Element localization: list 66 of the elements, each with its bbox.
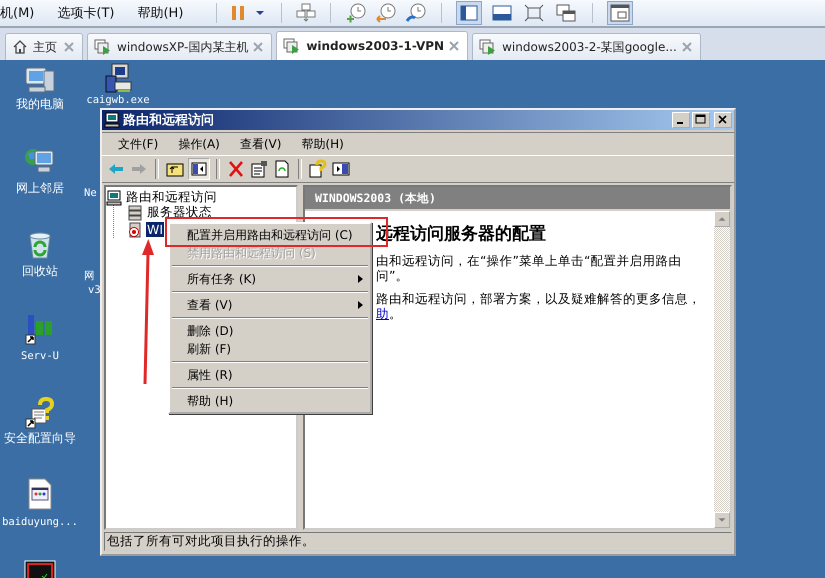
virtual-machine-icon: [283, 37, 302, 55]
tab[interactable]: windows2003-1-VPN: [276, 31, 468, 60]
network-nodes-icon[interactable]: [296, 3, 316, 23]
app-icon: [24, 560, 56, 578]
menu-item[interactable]: 属性 (R): [170, 366, 370, 384]
icon-label: caigwb.exe: [86, 93, 150, 107]
menu-item[interactable]: 刷新 (F): [170, 340, 370, 358]
scroll-up-icon[interactable]: [714, 211, 730, 227]
windows-icon[interactable]: [554, 2, 578, 24]
help-icon[interactable]: [308, 159, 328, 179]
icon-label: 我的电脑: [16, 97, 64, 111]
icon-label: 回收站: [22, 264, 58, 278]
tab[interactable]: windows2003-2-某国google...: [472, 33, 701, 60]
body-text: 由和远程访问，在“操作”菜单上单击“配置并启用路由: [376, 253, 682, 268]
icon-label: v3: [88, 284, 101, 296]
icon-label: 网上邻居: [16, 181, 64, 195]
body-text: 路由和远程访问，部署方案，以及疑难解答的更多信息，: [376, 291, 702, 306]
menu-item[interactable]: 查看 (V): [170, 296, 370, 314]
menu-item[interactable]: 帮助 (H): [170, 392, 370, 410]
server-error-icon: [127, 222, 143, 238]
icon-label: baiduyung...: [2, 515, 78, 529]
document-icon: [26, 478, 54, 510]
menu-item[interactable]: 帮助(H): [137, 4, 196, 22]
menu-item[interactable]: 帮助(H): [291, 136, 354, 152]
menu-item[interactable]: 文件(F): [108, 136, 168, 152]
menu-item[interactable]: 删除 (D): [170, 322, 370, 340]
scroll-down-icon[interactable]: [714, 512, 730, 528]
menu-item[interactable]: 机(M): [0, 4, 48, 22]
dropdown-caret-icon[interactable]: [255, 8, 266, 18]
virtual-machine-icon: [479, 38, 498, 56]
monitor-icon: [104, 112, 120, 128]
tree-item[interactable]: 路由和远程访问: [125, 189, 218, 206]
sidebar-view-icon[interactable]: [456, 1, 482, 25]
help-link[interactable]: 助: [376, 306, 389, 321]
properties-icon[interactable]: [249, 159, 269, 179]
snapshot-manager-icon[interactable]: [405, 2, 428, 24]
menu-item[interactable]: 所有任务 (K): [170, 270, 370, 288]
body-text: 。: [389, 306, 402, 321]
icon-label: 安全配置向导: [4, 431, 76, 445]
home-icon: [12, 39, 28, 55]
menu-item[interactable]: 选项卡(T): [57, 4, 128, 22]
menu-item[interactable]: 操作(A): [168, 136, 230, 152]
window-layout-icon[interactable]: [607, 1, 634, 25]
status-bar: 包括了所有可对此项目执行的操作。: [104, 532, 732, 551]
menu-item[interactable]: 查看(V): [230, 136, 292, 152]
body-text: 问”。: [376, 268, 410, 283]
snapshot-revert-icon[interactable]: [375, 2, 398, 24]
minimize-icon[interactable]: [672, 112, 690, 128]
window-title: 路由和远程访问: [123, 112, 214, 129]
snapshot-add-icon[interactable]: [345, 2, 368, 24]
server-stack-icon: [127, 204, 143, 220]
icon-label: Ne: [84, 187, 97, 199]
submenu-arrow-icon: [358, 301, 364, 309]
maximize-icon[interactable]: [692, 112, 710, 128]
help-wizard-icon: [24, 397, 56, 429]
menu-item[interactable]: 配置并启用路由和远程访问 (C): [170, 226, 370, 244]
icon-label: 网: [84, 270, 95, 282]
fullscreen-icon[interactable]: [522, 2, 546, 24]
virtual-machine-icon: [94, 38, 112, 56]
tree-item[interactable]: WI: [146, 222, 164, 237]
tree-toggle-icon[interactable]: [188, 158, 210, 180]
pane-header: WINDOWS2003 (本地): [305, 187, 730, 209]
icon-label: Serv-U: [21, 349, 59, 363]
submenu-arrow-icon: [358, 275, 364, 283]
tab[interactable]: windowsXP-国内某主机: [87, 33, 272, 60]
tab[interactable]: 主页: [5, 33, 83, 60]
